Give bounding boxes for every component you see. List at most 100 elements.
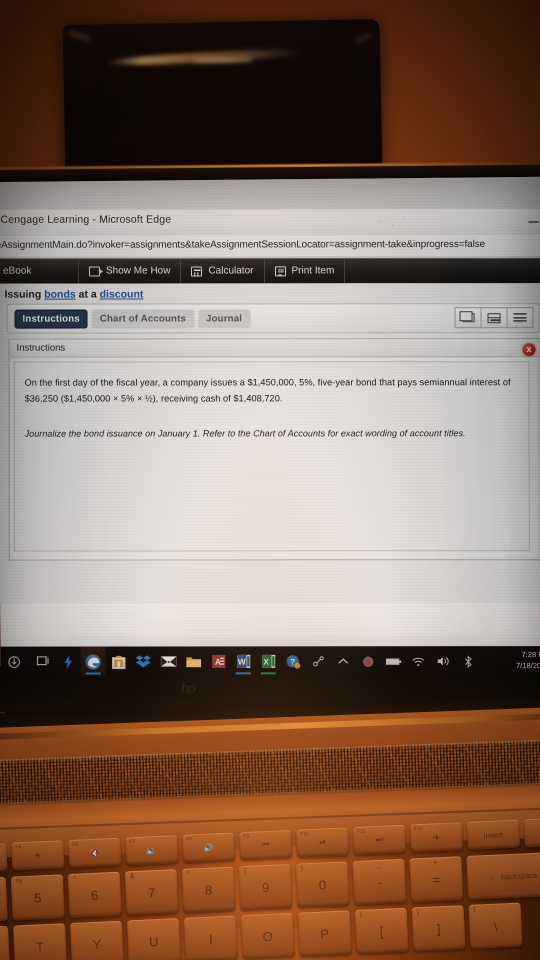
tab-journal[interactable]: Journal	[198, 309, 251, 329]
print-icon	[274, 265, 286, 276]
key-bracket-left[interactable]: { [	[354, 907, 409, 955]
task-instruction: Journalize the bond issuance on January …	[24, 428, 466, 439]
key-glyph: ⏯	[319, 837, 326, 847]
taskbar-word-button[interactable]: W	[231, 646, 256, 676]
key-8[interactable]: * 8	[181, 866, 236, 913]
split-view-button[interactable]	[480, 307, 508, 329]
room-background: Cengage Learning - Microsoft Edge · ˎ ˈ …	[0, 0, 540, 960]
tab-chart-of-accounts[interactable]: Chart of Accounts	[91, 309, 195, 329]
key-f11[interactable]: F11 ⏭	[352, 824, 407, 856]
mail-icon	[160, 656, 177, 667]
key-label: 7	[147, 884, 156, 900]
minimize-button[interactable]	[528, 220, 539, 223]
key-r[interactable]: R	[0, 925, 11, 960]
clock-date: 7/18/2019	[515, 661, 540, 671]
key-f6[interactable]: F6 🔇	[68, 837, 122, 868]
key-shift-label: %	[15, 878, 23, 886]
key-bracket-right[interactable]: } ]	[411, 905, 466, 952]
key-fn-label: F10	[300, 831, 309, 838]
key-label: insert	[483, 829, 504, 840]
taskbar-battery-button[interactable]	[381, 646, 406, 676]
file-explorer-icon	[185, 656, 201, 667]
key-y[interactable]: Y	[69, 920, 124, 960]
key-p[interactable]: P	[297, 910, 352, 957]
key-5[interactable]: % 5	[10, 874, 65, 921]
key-7[interactable]: & 7	[124, 869, 179, 916]
taskbar-bluetooth-button[interactable]	[456, 646, 481, 676]
taskbar-network-share-button[interactable]	[306, 646, 331, 676]
taskbar-file-explorer-button[interactable]	[181, 646, 206, 676]
taskbar-store-button[interactable]	[106, 647, 131, 677]
key-fn-label: F11	[356, 828, 366, 835]
key-f4-partial[interactable]	[0, 842, 8, 872]
taskbar-cortana-button[interactable]	[0, 655, 31, 668]
key-shift-label: }	[416, 909, 420, 917]
close-icon[interactable]: x	[522, 343, 536, 357]
key-label: =	[432, 871, 441, 888]
key-label: 6	[90, 887, 99, 903]
key-6[interactable]: ^ 6	[67, 871, 122, 919]
discount-link[interactable]: discount	[100, 289, 144, 301]
bonds-link[interactable]: bonds	[44, 289, 76, 301]
taskbar-show-hidden-icons-button[interactable]	[331, 646, 356, 676]
help-icon: ?	[286, 654, 301, 669]
key-minus[interactable]: _ -	[352, 858, 407, 906]
screen-glare-highlight	[193, 57, 254, 64]
background-monitor	[62, 18, 383, 178]
key-i[interactable]: I	[183, 915, 238, 960]
taskbar-edge-button[interactable]	[80, 646, 106, 677]
key-fn-label: F12	[413, 825, 423, 833]
tab-instructions[interactable]: Instructions	[14, 309, 88, 329]
key-backspace[interactable]: ← backspace	[466, 851, 540, 900]
key-f9[interactable]: F9 ⏮	[239, 829, 293, 861]
key-f12[interactable]: F12 ✈	[409, 822, 464, 853]
taskbar-access-button[interactable]: A	[206, 646, 231, 676]
wifi-icon	[412, 657, 425, 666]
taskbar-wifi-button[interactable]	[406, 646, 431, 676]
taskbar-dropbox-button[interactable]	[131, 646, 156, 676]
taskbar-help-button[interactable]: ?	[281, 646, 306, 676]
list-view-button[interactable]	[506, 307, 534, 329]
page-title: Issuing bonds at a discount	[5, 289, 144, 301]
key-u[interactable]: U	[126, 918, 181, 960]
key-0[interactable]: ) 0	[295, 861, 350, 908]
taskbar-volume-button[interactable]	[431, 646, 456, 676]
toolbar-item-print[interactable]: Print Item	[264, 258, 346, 284]
key-f8[interactable]: F8 🔊	[182, 832, 236, 863]
key-9[interactable]: ( 9	[238, 863, 293, 911]
key-backslash[interactable]: | \	[468, 902, 523, 949]
key-f10[interactable]: F10 ⏯	[295, 827, 350, 858]
taskbar-task-view-button[interactable]	[31, 647, 56, 677]
key-label: O	[262, 928, 274, 944]
toolbar-item-ebook[interactable]: eBook	[0, 258, 79, 284]
key-4-partial[interactable]	[0, 876, 8, 923]
taskbar-antivirus-button[interactable]	[356, 646, 381, 676]
windows-taskbar: A W X ? 7:28 7/18/2019	[0, 646, 540, 677]
taskbar-clock[interactable]: 7:28 PM 7/18/2019	[516, 649, 540, 672]
key-t[interactable]: T	[13, 923, 67, 960]
calculator-icon	[191, 265, 203, 276]
key-label: P	[320, 925, 330, 942]
store-icon	[111, 655, 126, 669]
key-glyph: 🔉	[146, 845, 157, 855]
taskbar-lightning-app-button[interactable]	[56, 647, 81, 677]
key-shift-label: {	[359, 911, 363, 919]
key-prtsc[interactable]: prt sc	[523, 816, 540, 848]
instructions-card-body: On the first day of the fiscal year, a c…	[13, 361, 530, 552]
key-label: 9	[261, 879, 270, 895]
key-f7[interactable]: F7 🔉	[125, 835, 179, 866]
key-insert[interactable]: insert	[466, 819, 520, 850]
toolbar-item-calculator[interactable]: Calculator	[181, 258, 265, 284]
window-view-button[interactable]	[454, 307, 482, 329]
address-bar[interactable]: keAssignmentMain.do?invoker=assignments&…	[0, 234, 540, 258]
key-o[interactable]: O	[240, 912, 295, 960]
svg-text:X: X	[263, 657, 269, 667]
key-fn-label: F6	[72, 841, 79, 848]
taskbar-excel-button[interactable]: X	[256, 646, 281, 676]
key-f5[interactable]: F5 ☀	[11, 840, 65, 871]
taskbar-mail-button[interactable]	[156, 646, 181, 676]
toolbar-item-show-me-how[interactable]: Show Me How	[78, 258, 182, 284]
heading-mid: at a	[75, 288, 100, 301]
key-equals[interactable]: + =	[409, 856, 464, 903]
